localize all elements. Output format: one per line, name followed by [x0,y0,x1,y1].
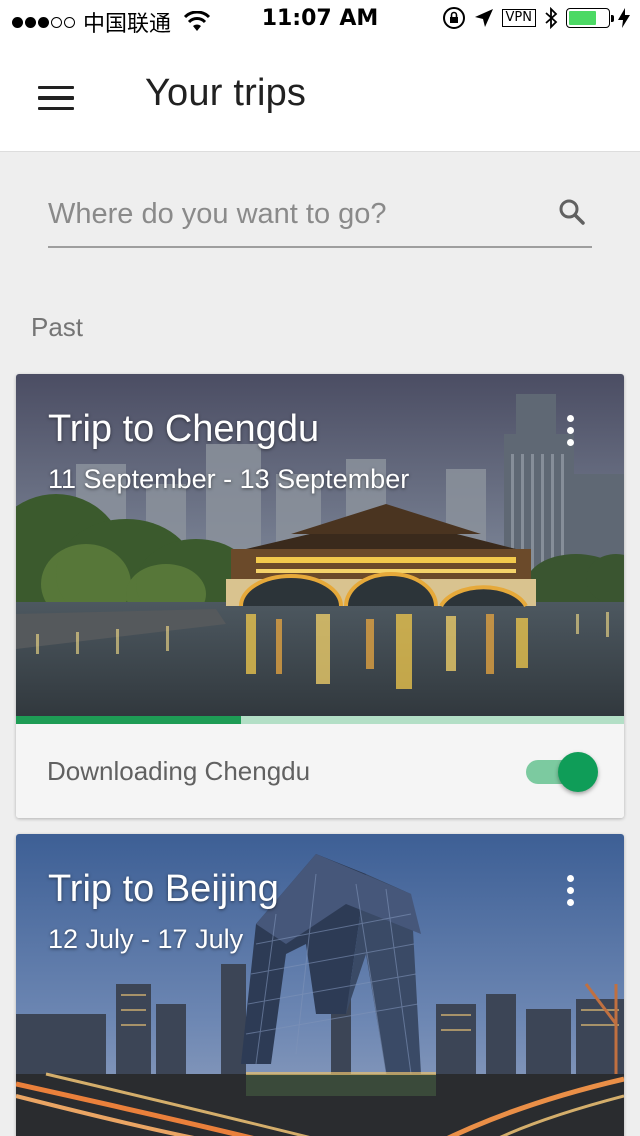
download-progress-bar [16,716,624,724]
download-progress-fill [16,716,241,724]
location-arrow-icon [474,9,493,27]
trip-title: Trip to Beijing [48,868,279,910]
trip-photo-chengdu: Trip to Chengdu 11 September - 13 Septem… [16,374,624,724]
page-title: Your trips [145,72,307,114]
charging-bolt-icon [618,8,630,28]
more-options-icon[interactable] [558,868,582,912]
search-icon[interactable] [556,196,588,228]
status-bar-right: VPN [442,6,630,30]
hamburger-menu-icon[interactable] [30,76,82,120]
status-bar: 中国联通 11:07 AM VPN [0,0,640,40]
card-footer: Downloading Chengdu [16,724,624,818]
bluetooth-icon [545,7,558,29]
orientation-lock-icon [442,7,465,29]
trip-photo-beijing: Trip to Beijing 12 July - 17 July [16,834,624,1136]
section-label-past: Past [31,312,84,342]
trip-card-beijing[interactable]: Trip to Beijing 12 July - 17 July [16,834,624,1136]
search-box [48,184,592,248]
download-status-label: Downloading Chengdu [47,756,311,786]
battery-icon [566,8,614,28]
trip-dates: 12 July - 17 July [48,924,244,954]
vpn-badge: VPN [501,9,536,27]
trip-title: Trip to Chengdu [48,408,320,450]
toggle-thumb [558,752,598,792]
trip-dates: 11 September - 13 September [48,464,410,494]
offline-download-toggle[interactable] [526,752,598,792]
more-options-icon[interactable] [558,408,582,452]
app-bar: Your trips [0,40,640,152]
trip-card-chengdu[interactable]: Trip to Chengdu 11 September - 13 Septem… [16,374,624,818]
search-input[interactable] [48,192,538,236]
